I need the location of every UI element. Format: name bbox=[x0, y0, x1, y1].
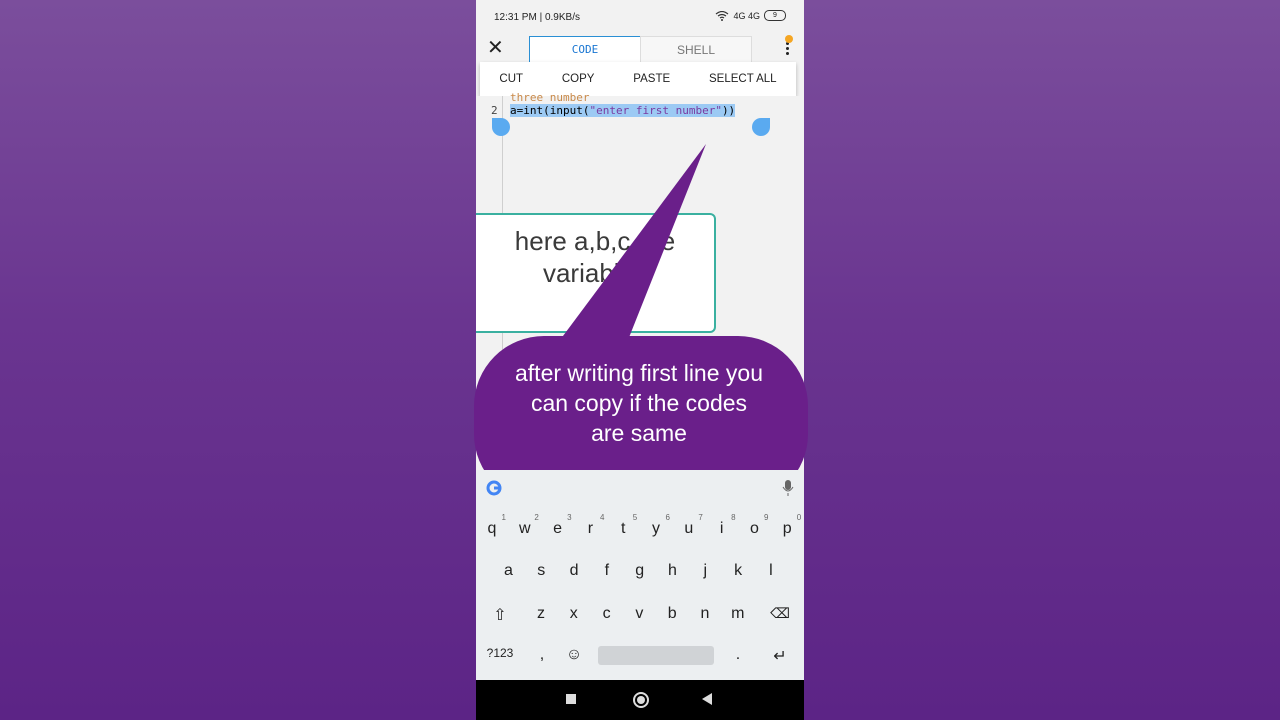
key-d[interactable]: d bbox=[562, 562, 586, 580]
enter-key[interactable]: ↵ bbox=[768, 646, 792, 666]
cut-button[interactable]: CUT bbox=[493, 73, 529, 85]
notification-dot bbox=[785, 35, 793, 43]
selection-start-handle[interactable] bbox=[492, 118, 510, 136]
key-k[interactable]: k bbox=[726, 562, 750, 580]
tab-code[interactable]: CODE bbox=[529, 36, 641, 64]
line-number-2: 2 bbox=[491, 104, 498, 117]
key-hint-2: 2 bbox=[534, 513, 539, 522]
copy-button[interactable]: COPY bbox=[556, 73, 601, 85]
microphone-icon[interactable] bbox=[782, 479, 794, 497]
status-time: 12:31 PM | 0.9KB/s bbox=[494, 12, 580, 23]
key-e[interactable]: e3 bbox=[546, 513, 571, 538]
period-key[interactable]: . bbox=[726, 646, 750, 664]
variables-callout-text: here a,b,c are variables bbox=[514, 226, 676, 288]
home-icon[interactable] bbox=[633, 692, 649, 708]
key-f[interactable]: f bbox=[595, 562, 619, 580]
soft-keyboard: q1 w2 e3 r4t5 y6 u7 i8o9 p0 asdfghjkl ⇧ ⌫ zxcvb… bbox=[476, 470, 804, 680]
key-p[interactable]: p0 bbox=[775, 513, 801, 538]
status-icons: 4G 4G 9 bbox=[715, 10, 786, 21]
key-m[interactable]: m bbox=[726, 605, 750, 623]
key-hint-1: 1 bbox=[501, 513, 506, 522]
key-i[interactable]: i8 bbox=[710, 513, 736, 538]
wifi-icon bbox=[716, 10, 729, 21]
network-label: 4G 4G bbox=[733, 10, 760, 21]
key-c[interactable]: c bbox=[595, 605, 619, 623]
selection-end-handle[interactable] bbox=[752, 118, 770, 136]
close-icon[interactable]: ✕ bbox=[487, 38, 504, 58]
symbols-key[interactable]: ?123 bbox=[482, 646, 518, 660]
key-s[interactable]: s bbox=[529, 562, 553, 580]
key-hint-9: 9 bbox=[763, 513, 769, 522]
key-j[interactable]: j bbox=[693, 562, 717, 580]
google-icon[interactable] bbox=[486, 480, 502, 496]
shift-key[interactable]: ⇧ bbox=[488, 605, 512, 625]
code-prefix: a=int(input( bbox=[510, 104, 590, 117]
select-all-button[interactable]: SELECT ALL bbox=[703, 73, 783, 85]
back-icon[interactable] bbox=[702, 693, 712, 705]
android-navbar bbox=[476, 680, 804, 720]
key-o[interactable]: o9 bbox=[742, 513, 768, 538]
tab-shell[interactable]: SHELL bbox=[640, 36, 752, 64]
key-hint-5: 5 bbox=[632, 513, 638, 522]
emoji-key-icon[interactable]: ☺ bbox=[562, 646, 586, 664]
code-suffix: )) bbox=[721, 104, 736, 117]
key-x[interactable]: x bbox=[562, 605, 586, 623]
key-q[interactable]: q1 bbox=[480, 513, 506, 538]
suggestion-bar bbox=[476, 470, 804, 506]
key-n[interactable]: n bbox=[693, 605, 717, 623]
battery-icon: 9 bbox=[764, 10, 786, 21]
key-h[interactable]: h bbox=[661, 562, 685, 580]
key-r[interactable]: r4 bbox=[578, 513, 605, 538]
recents-icon[interactable] bbox=[566, 694, 576, 704]
key-g[interactable]: g bbox=[628, 562, 652, 580]
variables-callout: here a,b,c are variables bbox=[476, 213, 716, 333]
backspace-key[interactable]: ⌫ bbox=[768, 605, 792, 622]
paste-button[interactable]: PASTE bbox=[627, 73, 676, 85]
code-string: "enter first number" bbox=[589, 104, 722, 117]
status-bar: 12:31 PM | 0.9KB/s 4G 4G 9 bbox=[476, 0, 804, 34]
comma-key[interactable]: , bbox=[530, 646, 554, 664]
key-t[interactable]: t5 bbox=[611, 513, 637, 538]
key-hint-0: 0 bbox=[796, 513, 802, 522]
key-z[interactable]: z bbox=[529, 605, 553, 623]
key-hint-3: 3 bbox=[567, 513, 572, 522]
speech-bubble-text: after writing first line you can copy if… bbox=[515, 360, 763, 446]
key-v[interactable]: v bbox=[627, 605, 651, 623]
key-hint-7: 7 bbox=[698, 513, 703, 522]
key-u[interactable]: u7 bbox=[677, 513, 702, 538]
key-a[interactable]: a bbox=[497, 562, 521, 580]
key-hint-4: 4 bbox=[599, 513, 605, 522]
code-line-1: three number bbox=[510, 91, 590, 104]
space-bar[interactable] bbox=[598, 646, 714, 665]
editor-toolbar: ✕ CODE SHELL bbox=[476, 34, 804, 64]
key-l[interactable]: l bbox=[759, 562, 783, 580]
key-b[interactable]: b bbox=[660, 605, 684, 623]
code-line-2: a=int(input("enter first number")) bbox=[510, 104, 736, 117]
key-w[interactable]: w2 bbox=[513, 513, 539, 538]
key-hint-8: 8 bbox=[731, 513, 736, 522]
key-hint-6: 6 bbox=[665, 513, 670, 522]
key-y[interactable]: y6 bbox=[644, 513, 670, 538]
